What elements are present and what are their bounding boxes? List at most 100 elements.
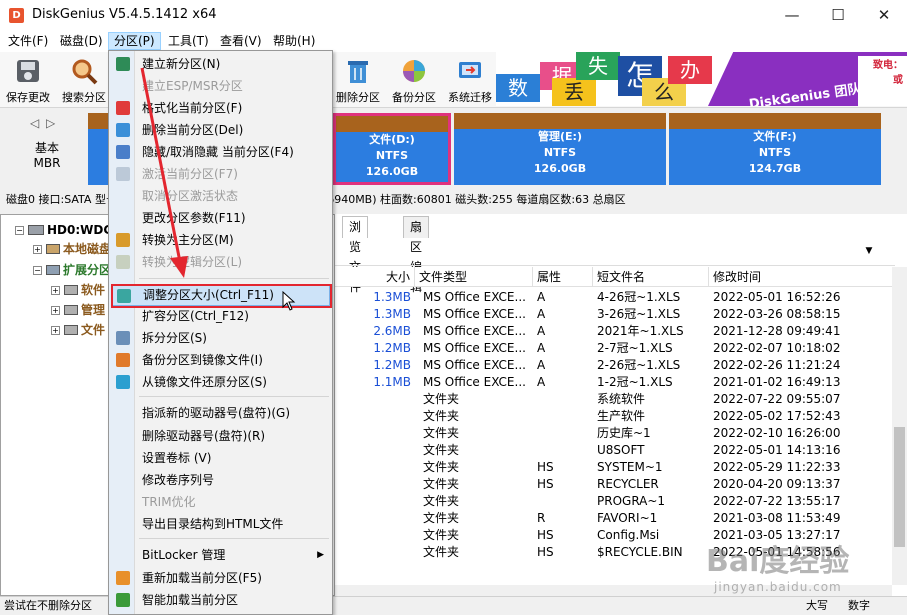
menu-item-9[interactable]: 转换为主分区(M) xyxy=(111,229,330,251)
menu-item-11[interactable]: 调整分区大小(Ctrl_F11) xyxy=(111,284,330,306)
menu-item-label: 设置卷标 (V) xyxy=(142,451,212,465)
tree-item-local[interactable]: + 本地磁盘 xyxy=(33,240,111,258)
disk-next-arrow[interactable]: ▷ xyxy=(46,116,55,130)
menu-partition[interactable]: 分区(P) xyxy=(108,32,161,50)
menu-item-1[interactable]: 建立新分区(N) xyxy=(111,53,330,75)
vertical-scrollbar[interactable] xyxy=(892,267,907,585)
menu-item-12[interactable]: 扩容分区(Ctrl_F12) xyxy=(111,305,330,327)
table-row[interactable]: 1.3MB MS Office EXCE... A 3-26冠~1.XLS 2022-0… xyxy=(335,306,895,323)
table-row[interactable]: 1.2MB MS Office EXCE... A 2-7冠~1.XLS 2022-02… xyxy=(335,340,895,357)
maximize-button[interactable]: ☐ xyxy=(815,0,861,30)
search-partition-button[interactable]: 搜索分区 xyxy=(56,54,112,106)
cell-modified: 2022-05-29 11:22:33 xyxy=(713,460,841,474)
table-row[interactable]: 1.3MB MS Office EXCE... A 4-26冠~1.XLS 2022-0… xyxy=(335,289,895,306)
disk-prev-arrow[interactable]: ◁ xyxy=(30,116,39,130)
partition-block-d[interactable]: 文件(D:) NTFS 126.0GB xyxy=(333,113,451,185)
menu-item-18[interactable]: 设置卷标 (V) xyxy=(111,447,330,469)
cell-size: 1.3MB xyxy=(373,307,411,321)
scrollbar-thumb[interactable] xyxy=(894,427,905,547)
expand-icon[interactable]: + xyxy=(51,286,60,295)
chevron-down-icon[interactable]: ▼ xyxy=(863,246,875,258)
tree-item-files[interactable]: + 文件 xyxy=(51,321,105,339)
column-size[interactable]: 大小 xyxy=(335,267,415,287)
backup-partition-label: 备份分区 xyxy=(392,91,436,104)
expand-icon[interactable]: + xyxy=(51,306,60,315)
menu-item-17[interactable]: 删除驱动器号(盘符)(R) xyxy=(111,425,330,447)
cell-short-name: 2-7冠~1.XLS xyxy=(597,341,673,355)
menu-item-10: 转换为逻辑分区(L) xyxy=(111,251,330,273)
trash-icon xyxy=(348,61,368,83)
menu-item-5[interactable]: 隐藏/取消隐藏 当前分区(F4) xyxy=(111,141,330,163)
tree-item-disk[interactable]: − HD0:WDC xyxy=(15,221,112,239)
expand-icon[interactable]: + xyxy=(51,326,60,335)
tab-sector-edit[interactable]: 扇区编辑 xyxy=(403,216,430,294)
cell-attr: A xyxy=(537,341,546,355)
tree-item-extended[interactable]: − 扩展分区 xyxy=(33,261,111,279)
ad-banner[interactable]: 数 据 丢 失 怎 么 办 DiskGenius 团队为您服务 致电： 或 xyxy=(496,52,907,106)
menu-help[interactable]: 帮助(H) xyxy=(268,32,320,50)
menu-item-22[interactable]: BitLocker 管理 ▶ xyxy=(111,544,330,566)
backup-image-icon xyxy=(116,353,130,367)
menu-item-8[interactable]: 更改分区参数(F11) xyxy=(111,207,330,229)
collapse-icon[interactable]: − xyxy=(33,266,42,275)
column-short-name[interactable]: 短文件名 xyxy=(593,267,709,287)
backup-icon xyxy=(403,60,425,82)
menu-item-14[interactable]: 备份分区到镜像文件(I) xyxy=(111,349,330,371)
table-row[interactable]: 1.1MB MS Office EXCE... A 1-2冠~1.XLS 2021-01… xyxy=(335,374,895,391)
table-row[interactable]: 文件夹 历史库~1 2022-02-10 16:26:00 xyxy=(335,425,895,442)
menu-file[interactable]: 文件(F) xyxy=(3,32,53,50)
collapse-icon[interactable]: − xyxy=(15,226,24,235)
menu-item-3[interactable]: 格式化当前分区(F) xyxy=(111,97,330,119)
backup-partition-button[interactable]: 备份分区 xyxy=(386,54,442,106)
menu-disk[interactable]: 磁盘(D) xyxy=(55,32,108,50)
cell-type: 文件夹 xyxy=(423,392,460,406)
expand-icon[interactable]: + xyxy=(33,245,42,254)
menu-item-label: 更改分区参数(F11) xyxy=(142,211,246,225)
partition-block-f[interactable]: 文件(F:) NTFS 124.7GB xyxy=(669,113,881,185)
menu-item-21[interactable]: 导出目录结构到HTML文件 xyxy=(111,513,330,535)
menu-item-19[interactable]: 修改卷序列号 xyxy=(111,469,330,491)
cell-short-name: 2-26冠~1.XLS xyxy=(597,358,681,372)
tree-item-manage[interactable]: + 管理 xyxy=(51,301,105,319)
menu-item-23[interactable]: 重新加载当前分区(F5) xyxy=(111,567,330,589)
table-row[interactable]: 文件夹 HS RECYCLER 2020-04-20 09:13:37 xyxy=(335,476,895,493)
tab-browse-files[interactable]: 浏览文件 xyxy=(342,216,369,294)
file-list-header: 大小 文件类型 属性 短文件名 修改时间 xyxy=(335,267,895,287)
menu-view[interactable]: 查看(V) xyxy=(215,32,267,50)
activate-icon xyxy=(116,167,130,181)
table-row[interactable]: 文件夹 生产软件 2022-05-02 17:52:43 xyxy=(335,408,895,425)
path-combo[interactable]: ▼ xyxy=(335,240,895,266)
tree-item-software[interactable]: + 软件 xyxy=(51,281,105,299)
system-migrate-button[interactable]: 系统迁移 xyxy=(442,54,498,106)
column-modified[interactable]: 修改时间 xyxy=(709,267,895,287)
table-row[interactable]: 文件夹 系统软件 2022-07-22 09:55:07 xyxy=(335,391,895,408)
menu-item-13[interactable]: 拆分分区(S) xyxy=(111,327,330,349)
cell-attr: HS xyxy=(537,528,554,542)
column-attr[interactable]: 属性 xyxy=(533,267,593,287)
tree-item-extended-label: 扩展分区 xyxy=(63,263,112,277)
table-row[interactable]: 文件夹 U8SOFT 2022-05-01 14:13:16 xyxy=(335,442,895,459)
table-row[interactable]: 1.2MB MS Office EXCE... A 2-26冠~1.XLS 2022-0… xyxy=(335,357,895,374)
menu-tools[interactable]: 工具(T) xyxy=(163,32,214,50)
table-row[interactable]: 2.6MB MS Office EXCE... A 2021年~1.XLS 2021-1… xyxy=(335,323,895,340)
menu-item-16[interactable]: 指派新的驱动器号(盘符)(G) xyxy=(111,402,330,424)
banner-tile: 办 xyxy=(668,56,712,84)
cell-type: 文件夹 xyxy=(423,409,460,423)
table-row[interactable]: 文件夹 PROGRA~1 2022-07-22 13:55:17 xyxy=(335,493,895,510)
minimize-button[interactable]: — xyxy=(769,0,815,30)
app-logo-icon: D xyxy=(9,8,24,23)
convert-logical-icon xyxy=(116,255,130,269)
column-type[interactable]: 文件类型 xyxy=(415,267,533,287)
save-changes-label: 保存更改 xyxy=(6,91,50,104)
table-row[interactable]: 文件夹 HS SYSTEM~1 2022-05-29 11:22:33 xyxy=(335,459,895,476)
menu-item-24[interactable]: 智能加载当前分区 xyxy=(111,589,330,611)
table-row[interactable]: 文件夹 R FAVORI~1 2021-03-08 11:53:49 xyxy=(335,510,895,527)
save-changes-button[interactable]: 保存更改 xyxy=(0,54,56,106)
partition-block-system[interactable] xyxy=(88,113,108,185)
menu-item-15[interactable]: 从镜像文件还原分区(S) xyxy=(111,371,330,393)
partition-block-e[interactable]: 管理(E:) NTFS 126.0GB xyxy=(454,113,666,185)
resize-icon xyxy=(117,289,131,303)
delete-partition-button[interactable]: 删除分区 xyxy=(330,54,386,106)
close-button[interactable]: ✕ xyxy=(861,0,907,30)
menu-item-4[interactable]: 删除当前分区(Del) xyxy=(111,119,330,141)
